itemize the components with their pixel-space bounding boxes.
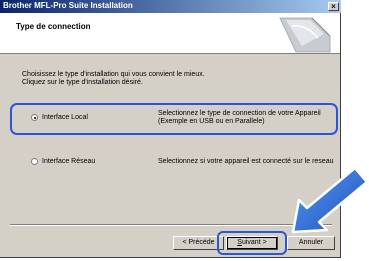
close-icon: × — [331, 2, 336, 11]
instructions-text: Choisissez le type d'installation qui vo… — [22, 71, 205, 87]
cancel-button-label: Annuler — [298, 239, 324, 246]
instruction-line-1: Choisissez le type d'installation qui vo… — [22, 71, 205, 78]
option-description-line-1: Selectionnez si votre appareil est conne… — [158, 158, 334, 165]
option-description-line-2: (Exemple en USB ou en Parallele) — [158, 118, 265, 125]
cancel-button[interactable]: Annuler — [287, 236, 335, 250]
option-label: Interface Réseau — [42, 158, 96, 165]
wizard-header: Type de connection — [0, 13, 340, 54]
close-button[interactable]: × — [328, 2, 339, 11]
option-description-line-1: Selectionnez le type de connection de vo… — [158, 110, 321, 117]
cd-disc-graphic-icon — [279, 17, 331, 53]
title-bar[interactable]: Brother MFL-Pro Suite Installation × — [0, 0, 341, 13]
option-interface-reseau[interactable]: Interface Réseau Selectionnez si votre a… — [22, 150, 334, 180]
page-title: Type de connection — [16, 22, 91, 31]
instruction-line-2: Cliquez sur le type d'installation désir… — [22, 79, 143, 86]
pointer-arrow-icon — [291, 166, 369, 234]
next-button-highlight — [217, 231, 287, 255]
option-description: Selectionnez le type de connection de vo… — [158, 110, 321, 126]
back-button-label: < Précéde — [182, 239, 215, 246]
option-description: Selectionnez si votre appareil est conne… — [158, 158, 334, 166]
window-title: Brother MFL-Pro Suite Installation — [3, 1, 133, 10]
radio-interface-reseau[interactable] — [31, 158, 38, 165]
option-label: Interface Local — [42, 114, 88, 121]
option-interface-local[interactable]: Interface Local Selectionnez le type de … — [22, 106, 322, 136]
separator — [10, 224, 332, 226]
radio-interface-local[interactable] — [31, 114, 38, 121]
